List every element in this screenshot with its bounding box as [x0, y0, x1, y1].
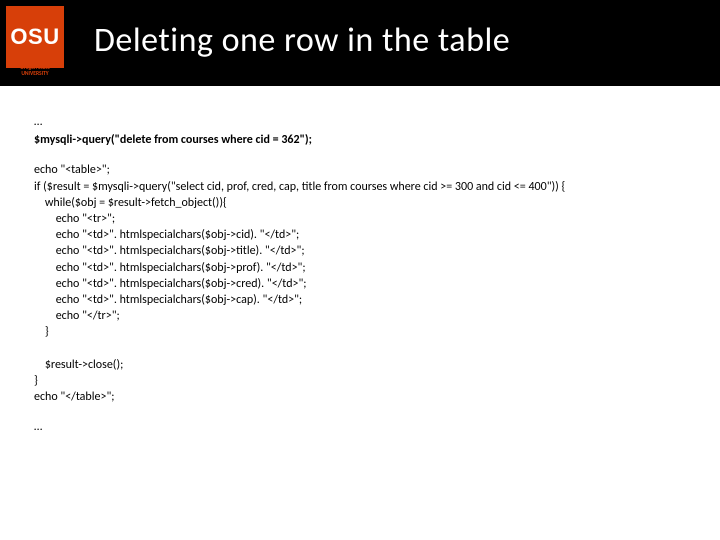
logo-text: OSU [10, 24, 59, 50]
osu-logo: OSU Oregon State UNIVERSITY Extended Cam… [6, 6, 64, 86]
slide-content: … $mysqli->query("delete from courses wh… [0, 86, 720, 435]
delete-query-line: $mysqli->query("delete from courses wher… [34, 132, 686, 148]
logo-subtitle: Oregon State UNIVERSITY [6, 66, 64, 77]
slide-title: Deleting one row in the table [94, 20, 510, 61]
code-block: echo "<table>"; if ($result = $mysqli->q… [34, 162, 686, 405]
logo-badge: OSU [6, 6, 64, 68]
logo-tagline: Extended Campus [32, 87, 68, 92]
slide-header: OSU Oregon State UNIVERSITY Extended Cam… [0, 0, 720, 86]
ellipsis-bottom: … [34, 419, 686, 435]
ellipsis-top: … [34, 114, 686, 130]
